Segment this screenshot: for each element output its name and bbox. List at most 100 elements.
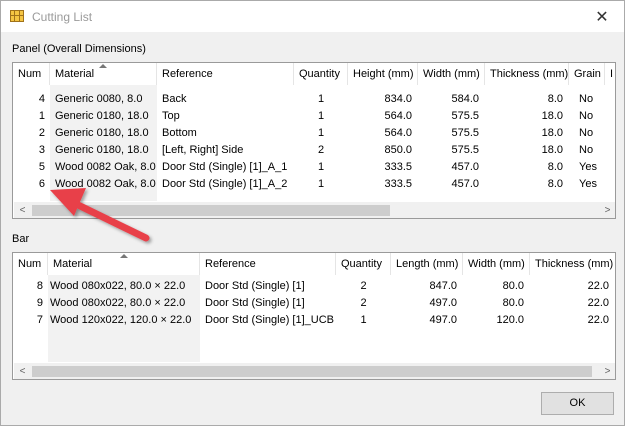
panel-list[interactable]: Num Material Reference Quantity Height (…	[12, 62, 616, 219]
panel-cell-height: 834.0	[384, 93, 412, 105]
panel-cell-quantity: 2	[317, 144, 325, 156]
panel-cell-thickness: 18.0	[541, 127, 563, 139]
table-row[interactable]: 9 Wood 080x022, 80.0 × 22.0 Door Std (Si…	[13, 295, 615, 312]
panel-cell-thickness: 18.0	[541, 144, 563, 156]
panel-cell-reference: Top	[162, 110, 180, 122]
panel-cell-reference: Door Std (Single) [1]_A_2	[162, 178, 288, 190]
panel-cell-material: Generic 0180, 18.0	[55, 110, 149, 122]
bar-cell-num: 7	[36, 314, 43, 326]
panel-cell-quantity: 1	[317, 161, 325, 173]
bar-header-length[interactable]: Length (mm)	[391, 253, 463, 275]
bar-list[interactable]: Num Material Reference Quantity Length (…	[12, 252, 616, 380]
panel-header-extra[interactable]: I	[605, 63, 615, 85]
panel-cell-height: 333.5	[384, 178, 412, 190]
panel-horizontal-scrollbar[interactable]: < >	[14, 202, 615, 218]
panel-cell-num: 5	[38, 161, 45, 173]
panel-cell-material: Wood 0082 Oak, 8.0	[55, 178, 156, 190]
table-row[interactable]: 1 Generic 0180, 18.0 Top 1 564.0 575.5 1…	[13, 108, 615, 125]
panel-cell-width: 575.5	[451, 144, 479, 156]
panel-cell-height: 564.0	[384, 110, 412, 122]
bar-cell-material: Wood 080x022, 80.0 × 22.0	[50, 280, 186, 292]
close-button[interactable]: ✕	[580, 1, 624, 32]
panel-cell-num: 2	[38, 127, 45, 139]
table-row[interactable]: 6 Wood 0082 Oak, 8.0 Door Std (Single) […	[13, 176, 615, 193]
panel-header-width[interactable]: Width (mm)	[418, 63, 485, 85]
bar-cell-width: 80.0	[502, 297, 524, 309]
bar-header-thickness[interactable]: Thickness (mm)	[530, 253, 615, 275]
bar-cell-material: Wood 120x022, 120.0 × 22.0	[50, 314, 192, 326]
bar-cell-length: 847.0	[429, 280, 457, 292]
scroll-right-arrow-icon[interactable]: >	[599, 202, 615, 218]
panel-header-height[interactable]: Height (mm)	[348, 63, 418, 85]
panel-cell-thickness: 8.0	[547, 161, 563, 173]
bar-cell-reference: Door Std (Single) [1]	[205, 280, 305, 292]
panel-header-quantity[interactable]: Quantity	[294, 63, 348, 85]
bar-header-material[interactable]: Material	[48, 253, 200, 275]
panel-cell-num: 1	[38, 110, 45, 122]
bar-cell-material: Wood 080x022, 80.0 × 22.0	[50, 297, 186, 309]
table-row[interactable]: 4 Generic 0080, 8.0 Back 1 834.0 584.0 8…	[13, 91, 615, 108]
bar-header-width[interactable]: Width (mm)	[463, 253, 530, 275]
bar-scrollbar-thumb[interactable]	[32, 366, 592, 377]
table-row[interactable]: 7 Wood 120x022, 120.0 × 22.0 Door Std (S…	[13, 312, 615, 329]
bar-cell-thickness: 22.0	[587, 297, 609, 309]
panel-header-num[interactable]: Num	[13, 63, 50, 85]
panel-cell-num: 3	[38, 144, 45, 156]
panel-cell-grain: No	[579, 144, 594, 156]
panel-cell-reference: Door Std (Single) [1]_A_1	[162, 161, 288, 173]
panel-cell-material: Generic 0180, 18.0	[55, 144, 149, 156]
panel-cell-material: Generic 0180, 18.0	[55, 127, 149, 139]
panel-header-reference[interactable]: Reference	[157, 63, 294, 85]
bar-cell-reference: Door Std (Single) [1]	[205, 297, 305, 309]
bar-cell-num: 8	[36, 280, 43, 292]
bar-header-num[interactable]: Num	[13, 253, 48, 275]
bar-cell-thickness: 22.0	[587, 280, 609, 292]
bar-section-label: Bar	[12, 233, 30, 245]
scroll-left-arrow-icon[interactable]: <	[14, 363, 31, 379]
cutting-list-dialog: Cutting List ✕ Panel (Overall Dimensions…	[0, 0, 625, 426]
panel-cell-material: Generic 0080, 8.0	[55, 93, 143, 105]
table-row[interactable]: 8 Wood 080x022, 80.0 × 22.0 Door Std (Si…	[13, 278, 615, 295]
bar-cell-width: 120.0	[496, 314, 524, 326]
panel-cell-reference: Back	[162, 93, 187, 105]
bar-cell-quantity: 2	[360, 280, 367, 292]
bar-horizontal-scrollbar[interactable]: < >	[14, 363, 615, 379]
panel-cell-width: 584.0	[451, 93, 479, 105]
scroll-left-arrow-icon[interactable]: <	[14, 202, 31, 218]
panel-header-grain[interactable]: Grain	[569, 63, 605, 85]
panel-header-material[interactable]: Material	[50, 63, 157, 85]
panel-cell-grain: Yes	[579, 161, 597, 173]
cutting-list-icon	[10, 10, 24, 22]
scroll-right-arrow-icon[interactable]: >	[599, 363, 615, 379]
panel-cell-grain: No	[579, 127, 594, 139]
panel-cell-thickness: 8.0	[547, 93, 563, 105]
panel-cell-quantity: 1	[317, 93, 325, 105]
table-row[interactable]: 3 Generic 0180, 18.0 [Left, Right] Side …	[13, 142, 615, 159]
bar-header-quantity[interactable]: Quantity	[336, 253, 391, 275]
title-bar: Cutting List ✕	[1, 1, 624, 32]
bar-cell-reference: Door Std (Single) [1]_UCB	[205, 314, 334, 326]
bar-cell-num: 9	[36, 297, 43, 309]
panel-header-thickness[interactable]: Thickness (mm)	[485, 63, 569, 85]
table-row[interactable]: 2 Generic 0180, 18.0 Bottom 1 564.0 575.…	[13, 125, 615, 142]
panel-cell-width: 457.0	[451, 178, 479, 190]
panel-cell-num: 4	[38, 93, 45, 105]
panel-cell-material: Wood 0082 Oak, 8.0	[55, 161, 156, 173]
table-row[interactable]: 5 Wood 0082 Oak, 8.0 Door Std (Single) […	[13, 159, 615, 176]
panel-cell-height: 850.0	[384, 144, 412, 156]
panel-cell-grain: No	[579, 93, 594, 105]
panel-cell-quantity: 1	[317, 127, 325, 139]
bar-header-reference[interactable]: Reference	[200, 253, 336, 275]
bar-cell-length: 497.0	[429, 297, 457, 309]
panel-cell-grain: Yes	[579, 178, 597, 190]
bar-cell-thickness: 22.0	[587, 314, 609, 326]
panel-cell-reference: Bottom	[162, 127, 197, 139]
bar-cell-quantity: 2	[360, 297, 367, 309]
panel-cell-quantity: 1	[317, 178, 325, 190]
panel-scrollbar-thumb[interactable]	[32, 205, 390, 216]
panel-cell-thickness: 18.0	[541, 110, 563, 122]
panel-cell-height: 564.0	[384, 127, 412, 139]
ok-button[interactable]: OK	[541, 392, 614, 415]
close-icon: ✕	[595, 8, 609, 26]
panel-cell-grain: No	[579, 110, 594, 122]
